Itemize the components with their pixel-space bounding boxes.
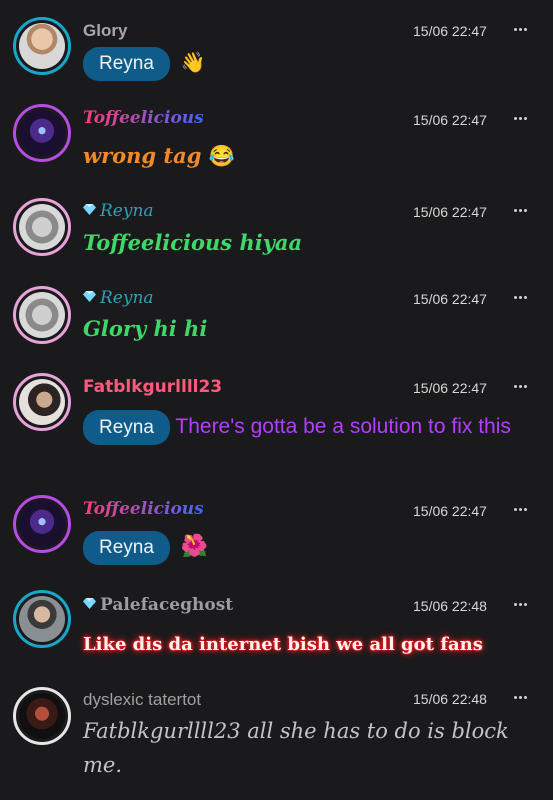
- more-options-icon[interactable]: [514, 209, 528, 213]
- message-body: Reyna 🌺: [83, 531, 533, 565]
- avatar[interactable]: [13, 17, 71, 75]
- more-options-icon[interactable]: [514, 296, 528, 300]
- message-body: wrong tag 😂: [83, 141, 533, 171]
- diamond-icon: [83, 598, 96, 609]
- avatar[interactable]: [13, 104, 71, 162]
- message-body: Glory hi hi: [83, 314, 533, 344]
- more-options-icon[interactable]: [514, 603, 528, 607]
- author-name[interactable]: Reyna: [83, 201, 154, 221]
- more-options-icon[interactable]: [514, 28, 528, 32]
- message-body: Toffeelicious hiyaa: [83, 228, 533, 258]
- message-text: Like dis da internet bish we all got fan…: [83, 634, 483, 655]
- diamond-icon: [83, 204, 96, 215]
- message-text: There's gotta be a solution to fix this: [169, 415, 511, 438]
- avatar[interactable]: [13, 373, 71, 431]
- timestamp: 15/06 22:47: [413, 204, 487, 220]
- timestamp: 15/06 22:47: [413, 112, 487, 128]
- avatar[interactable]: [13, 286, 71, 344]
- message-body: Like dis da internet bish we all got fan…: [83, 630, 533, 660]
- author-name[interactable]: dyslexic tatertot: [83, 690, 201, 710]
- timestamp: 15/06 22:47: [413, 291, 487, 307]
- mention-tag[interactable]: Reyna: [83, 410, 170, 445]
- timestamp: 15/06 22:48: [413, 598, 487, 614]
- author-name[interactable]: Fatblkgurllll23: [83, 377, 222, 397]
- author-name[interactable]: Toffeelicious: [83, 108, 204, 128]
- message-text: wrong tag: [83, 143, 202, 168]
- hibiscus-emoji: 🌺: [180, 534, 209, 559]
- message-body: Fatblkgurllll23 all she has to do is blo…: [83, 714, 525, 782]
- message-body: Reyna There's gotta be a solution to fix…: [83, 410, 533, 445]
- timestamp: 15/06 22:47: [413, 503, 487, 519]
- message-body: Reyna 👋: [83, 47, 533, 81]
- avatar[interactable]: [13, 687, 71, 745]
- timestamp: 15/06 22:48: [413, 691, 487, 707]
- author-name[interactable]: Reyna: [83, 288, 154, 308]
- author-name[interactable]: Glory: [83, 21, 127, 41]
- mention-tag[interactable]: Reyna: [83, 531, 170, 565]
- author-name[interactable]: Palefaceghost: [83, 595, 233, 615]
- avatar[interactable]: [13, 198, 71, 256]
- avatar[interactable]: [13, 590, 71, 648]
- avatar[interactable]: [13, 495, 71, 553]
- message-text: Glory hi hi: [83, 316, 208, 341]
- mention-tag[interactable]: Reyna: [83, 47, 170, 81]
- more-options-icon[interactable]: [514, 508, 528, 512]
- diamond-icon: [83, 291, 96, 302]
- author-name[interactable]: Toffeelicious: [83, 499, 204, 519]
- waving-hand-emoji: 👋: [180, 50, 206, 74]
- more-options-icon[interactable]: [514, 696, 528, 700]
- message-text: Fatblkgurllll23 all she has to do is blo…: [83, 719, 509, 777]
- more-options-icon[interactable]: [514, 117, 528, 121]
- message-text: Toffeelicious hiyaa: [83, 230, 303, 255]
- laughing-emoji: 😂: [208, 143, 235, 168]
- timestamp: 15/06 22:47: [413, 380, 487, 396]
- timestamp: 15/06 22:47: [413, 23, 487, 39]
- more-options-icon[interactable]: [514, 385, 528, 389]
